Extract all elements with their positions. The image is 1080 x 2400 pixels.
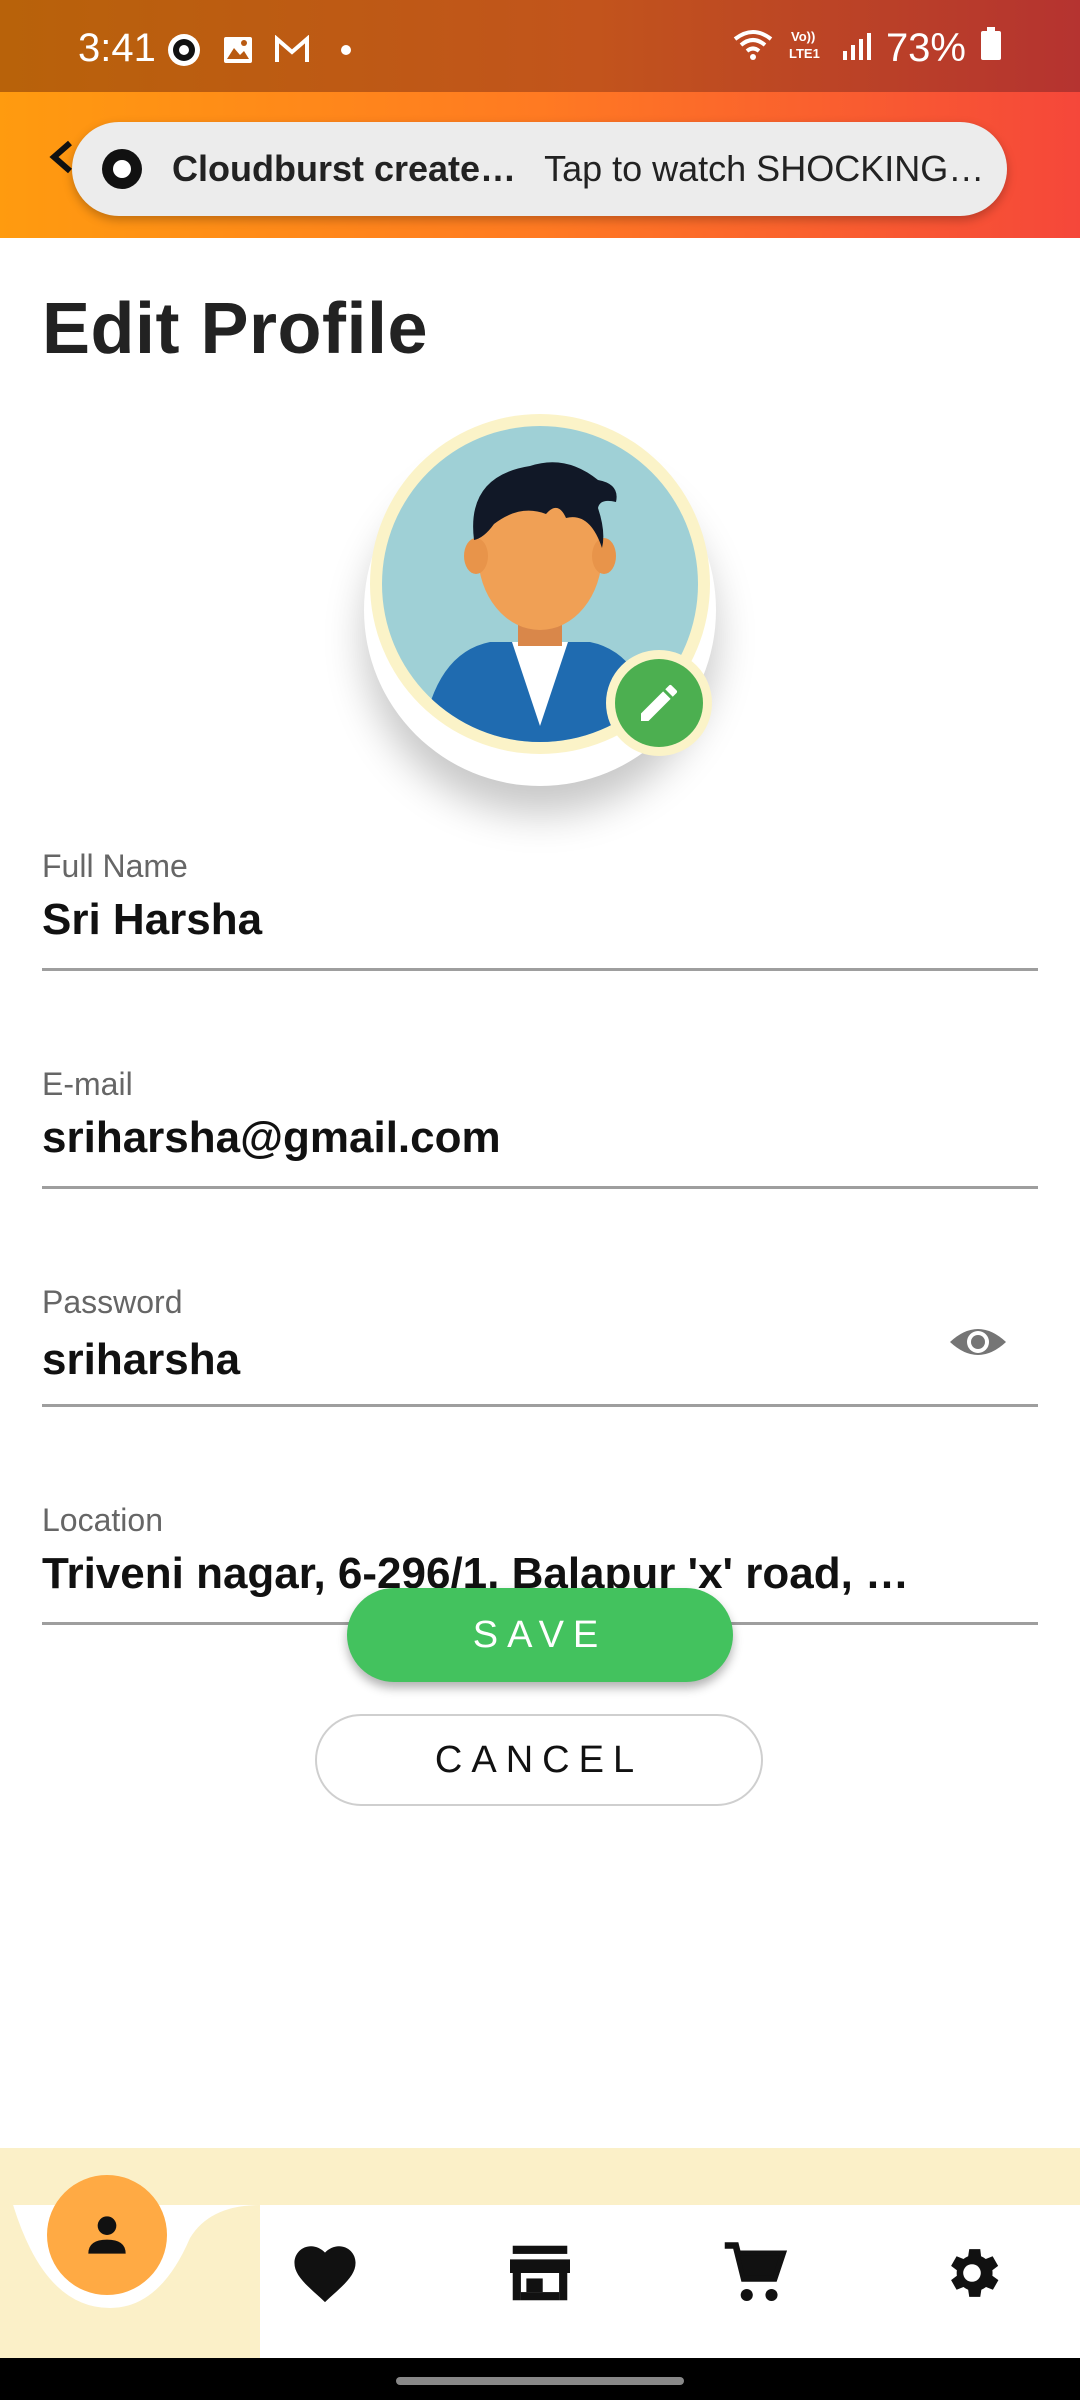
- heart-icon: [294, 2246, 356, 2303]
- notification-text: Tap to watch SHOCKING…: [544, 148, 985, 189]
- gallery-icon: [220, 32, 256, 68]
- password-input[interactable]: sriharsha: [42, 1335, 1038, 1385]
- battery-percent: 73%: [885, 26, 966, 70]
- status-notification-icons: [166, 32, 364, 68]
- avatar-container: [370, 414, 712, 756]
- location-field[interactable]: Location Triveni nagar, 6-296/1, Balapur…: [42, 1502, 1038, 1625]
- email-input[interactable]: sriharsha@gmail.com: [42, 1113, 1038, 1163]
- password-label: Password: [42, 1284, 183, 1320]
- eye-icon[interactable]: [948, 1322, 1008, 1362]
- edit-avatar-button[interactable]: [606, 650, 712, 756]
- email-label: E-mail: [42, 1066, 133, 1102]
- status-bar: 3:41 Vo)) LTE1 73%: [0, 0, 1080, 92]
- page-title: Edit Profile: [42, 289, 429, 369]
- zee5-icon: [102, 149, 142, 189]
- home-gesture-handle[interactable]: [396, 2377, 684, 2385]
- password-underline: [42, 1404, 1038, 1407]
- nav-settings-button[interactable]: [932, 2233, 1012, 2313]
- volte-icon: Vo)) LTE1: [788, 26, 828, 71]
- battery-icon: [980, 26, 1002, 71]
- svg-text:Vo)): Vo)): [791, 29, 815, 44]
- store-icon: [510, 2245, 570, 2301]
- app-header: Cloudburst create… Tap to watch SHOCKING…: [0, 92, 1080, 238]
- nav-profile-button[interactable]: [47, 2175, 167, 2295]
- location-label: Location: [42, 1502, 163, 1538]
- status-system-icons: Vo)) LTE1 73%: [732, 26, 1002, 71]
- full-name-input[interactable]: Sri Harsha: [42, 895, 1038, 945]
- email-field[interactable]: E-mail sriharsha@gmail.com: [42, 1066, 1038, 1189]
- nav-favorites-button[interactable]: [285, 2233, 365, 2313]
- cart-icon: [724, 2242, 788, 2302]
- svg-text:LTE1: LTE1: [789, 46, 820, 61]
- dot-icon: [328, 32, 364, 68]
- full-name-label: Full Name: [42, 848, 188, 884]
- edit-profile-card: Edit Profile Full Name Sri Harsha E-mail…: [0, 238, 1080, 2148]
- signal-icon: [842, 26, 872, 71]
- save-button[interactable]: SAVE: [347, 1588, 733, 1682]
- nav-store-button[interactable]: [500, 2233, 580, 2313]
- gmail-icon: [274, 32, 310, 68]
- status-time: 3:41: [78, 26, 156, 70]
- nav-cart-button[interactable]: [715, 2233, 795, 2313]
- settings-icon: [951, 2249, 999, 2297]
- full-name-underline: [42, 968, 1038, 971]
- pencil-icon: [641, 684, 678, 721]
- heads-up-notification[interactable]: Cloudburst create… Tap to watch SHOCKING…: [72, 122, 1007, 216]
- zee5-icon: [166, 32, 202, 68]
- wifi-calling-icon: [732, 26, 774, 71]
- email-underline: [42, 1186, 1038, 1189]
- full-name-field[interactable]: Full Name Sri Harsha: [42, 848, 1038, 971]
- password-field[interactable]: Password sriharsha: [42, 1284, 1038, 1407]
- cancel-button[interactable]: CANCEL: [315, 1714, 763, 1806]
- profile-icon: [88, 2216, 126, 2254]
- notification-title: Cloudburst create…: [172, 148, 517, 189]
